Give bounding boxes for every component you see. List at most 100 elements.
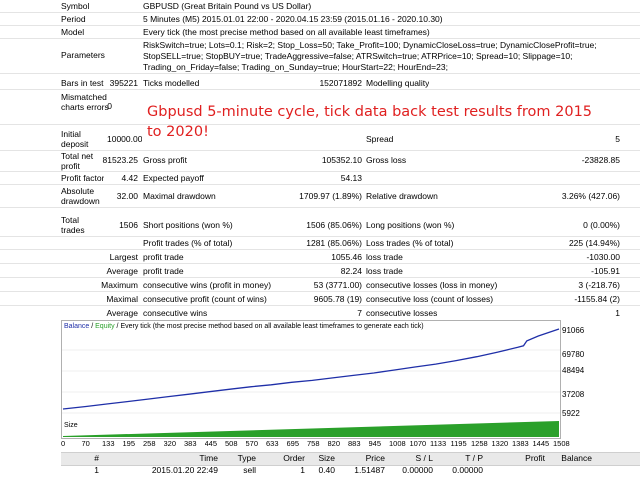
x-tick-label: 820 bbox=[327, 439, 341, 448]
x-tick-label: 1258 bbox=[471, 439, 488, 448]
pf-label: Profit factor bbox=[61, 173, 105, 183]
y-tick-label: 5922 bbox=[562, 409, 580, 418]
table-cell: 2015.01.20 22:49 bbox=[151, 465, 218, 475]
legend-equity: Equity bbox=[95, 323, 115, 330]
x-tick-label: 195 bbox=[122, 439, 136, 448]
x-tick-label: 383 bbox=[184, 439, 197, 448]
period-label: Period bbox=[61, 14, 86, 24]
mxl-cp-value: 9605.78 (19) bbox=[313, 294, 362, 304]
column-header[interactable]: Balance bbox=[558, 453, 592, 464]
column-header[interactable]: S / L bbox=[395, 453, 433, 464]
largest-label: Largest bbox=[109, 252, 138, 262]
x-axis: 0 70 133 195 258 320 383 445 508 570 633 695 758 820 8… bbox=[61, 438, 621, 450]
average-pt-label: profit trade bbox=[143, 266, 184, 276]
symbol-label: Symbol bbox=[61, 1, 90, 11]
lp-label: Long positions (won %) bbox=[366, 220, 455, 230]
maximum-label: Maximum bbox=[101, 280, 138, 290]
bars-label: Bars in test bbox=[61, 78, 104, 88]
balance-chart: Balance / Equity / Every tick (the most … bbox=[61, 320, 561, 422]
parameters-line-1: RiskSwitch=true; Lots=0.1; Risk=2; Stop_… bbox=[143, 40, 597, 50]
legend-rest: / Every tick (the most precise method ba… bbox=[114, 323, 424, 330]
sp-value: 1506 (85.06%) bbox=[306, 220, 362, 230]
mxl-cl-label: consecutive loss (count of losses) bbox=[366, 294, 494, 304]
pf-value: 4.42 bbox=[121, 173, 138, 183]
column-header[interactable]: Profit bbox=[507, 453, 545, 464]
row-symbol: Symbol GBPUSD (Great Britain Pound vs US… bbox=[0, 0, 640, 13]
size-panel: Size bbox=[61, 420, 561, 439]
x-tick-label: 0 bbox=[61, 439, 66, 448]
model-value: Every tick (the most precise method base… bbox=[143, 27, 430, 37]
row-bars: Bars in test 395221 Ticks modelled 15207… bbox=[0, 77, 640, 90]
x-tick-label: 758 bbox=[307, 439, 320, 448]
lp-value: 0 (0.00%) bbox=[583, 220, 620, 230]
tt-label: Total trades bbox=[61, 215, 85, 235]
mxl-cl-value: -1155.84 (2) bbox=[574, 294, 620, 304]
size-histogram-area bbox=[63, 421, 559, 437]
trade-table-header: # Time Type Order Size Price S / L T / P Profit B… bbox=[61, 452, 640, 466]
lt-label: Loss trades (% of total) bbox=[366, 238, 454, 248]
spread-label: Spread bbox=[366, 134, 394, 144]
avg-cl-label: consecutive losses bbox=[366, 308, 438, 318]
lt-value: 225 (14.94%) bbox=[568, 238, 620, 248]
pt-label: Profit trades (% of total) bbox=[143, 238, 233, 248]
column-header[interactable]: # bbox=[89, 453, 99, 464]
y-tick-label: 37208 bbox=[562, 390, 585, 399]
table-cell: 1 bbox=[300, 465, 305, 475]
max-cl-value: 3 (-218.76) bbox=[578, 280, 620, 290]
largest-pt-label: profit trade bbox=[143, 252, 184, 262]
row-profit-factor: Profit factor 4.42 Expected payoff 54.13 bbox=[0, 172, 640, 185]
column-header[interactable]: Price bbox=[347, 453, 385, 464]
column-header[interactable]: Order bbox=[279, 453, 305, 464]
ep-value: 54.13 bbox=[340, 173, 362, 183]
grossprofit-label: Gross profit bbox=[143, 155, 187, 165]
x-tick-label: 1320 bbox=[491, 439, 509, 448]
bars-value: 395221 bbox=[109, 78, 138, 88]
column-header[interactable]: T / P bbox=[445, 453, 483, 464]
x-tick-label: 570 bbox=[245, 439, 259, 448]
avg-cl-value: 1 bbox=[615, 308, 620, 318]
max-cl-label: consecutive losses (loss in money) bbox=[366, 280, 498, 290]
row-maximal: Maximal consecutive profit (count of win… bbox=[0, 293, 640, 306]
table-cell: 1 bbox=[94, 465, 99, 475]
x-tick-label: 1508 bbox=[553, 439, 570, 448]
sp-label: Short positions (won %) bbox=[143, 220, 233, 230]
row-parameters: Parameters RiskSwitch=true; Lots=0.1; Ri… bbox=[0, 39, 640, 74]
x-tick-label: 508 bbox=[225, 439, 238, 448]
row-profit-trades: Profit trades (% of total) 1281 (85.06%)… bbox=[0, 237, 640, 250]
initial-label: Initial deposit bbox=[61, 129, 89, 149]
x-tick-label: 1195 bbox=[450, 439, 467, 448]
x-tick-label: 695 bbox=[286, 439, 300, 448]
size-label: Size bbox=[64, 422, 78, 429]
table-cell: 0.00000 bbox=[452, 465, 483, 475]
netprofit-value: 81523.25 bbox=[102, 155, 138, 165]
size-histogram-svg bbox=[63, 421, 559, 437]
pt-value: 1281 (85.06%) bbox=[306, 238, 362, 248]
largest-lt-value: -1030.00 bbox=[586, 252, 620, 262]
parameters-label: Parameters bbox=[61, 50, 105, 60]
balance-series-line bbox=[62, 328, 560, 410]
row-net-profit: Total net profit 81523.25 Gross profit 1… bbox=[0, 151, 640, 172]
column-header[interactable]: Size bbox=[311, 453, 335, 464]
x-tick-label: 1445 bbox=[532, 439, 550, 448]
maximal-label: Maximal bbox=[106, 294, 138, 304]
row-initial-deposit: Initial deposit 10000.00 Spread 5 bbox=[0, 128, 640, 151]
max-cw-value: 53 (3771.00) bbox=[313, 280, 362, 290]
row-maximum: Maximum consecutive wins (profit in mone… bbox=[0, 279, 640, 292]
table-row[interactable]: 1 2015.01.20 22:49 sell 1 0.40 1.51487 0.00000… bbox=[61, 465, 640, 477]
avg-cw-value: 7 bbox=[357, 308, 362, 318]
symbol-value: GBPUSD (Great Britain Pound vs US Dollar… bbox=[143, 1, 312, 11]
y-tick-label: 91066 bbox=[562, 326, 585, 335]
tt-value: 1506 bbox=[119, 220, 138, 230]
reldd-label: Relative drawdown bbox=[366, 191, 438, 201]
x-tick-label: 258 bbox=[143, 439, 156, 448]
x-tick-label: 445 bbox=[204, 439, 218, 448]
column-header[interactable]: Time bbox=[136, 453, 218, 464]
row-largest: Largest profit trade 1055.46 loss trade … bbox=[0, 251, 640, 264]
x-tick-label: 1383 bbox=[512, 439, 529, 448]
parameters-line-2: StopSELL=true; StopBUY=true; TradeAggres… bbox=[143, 51, 573, 61]
row-average: Average profit trade 82.24 loss trade -1… bbox=[0, 265, 640, 278]
y-tick-label: 69780 bbox=[562, 350, 585, 359]
average-pt-value: 82.24 bbox=[340, 266, 362, 276]
table-cell: sell bbox=[243, 465, 256, 475]
column-header[interactable]: Type bbox=[226, 453, 256, 464]
